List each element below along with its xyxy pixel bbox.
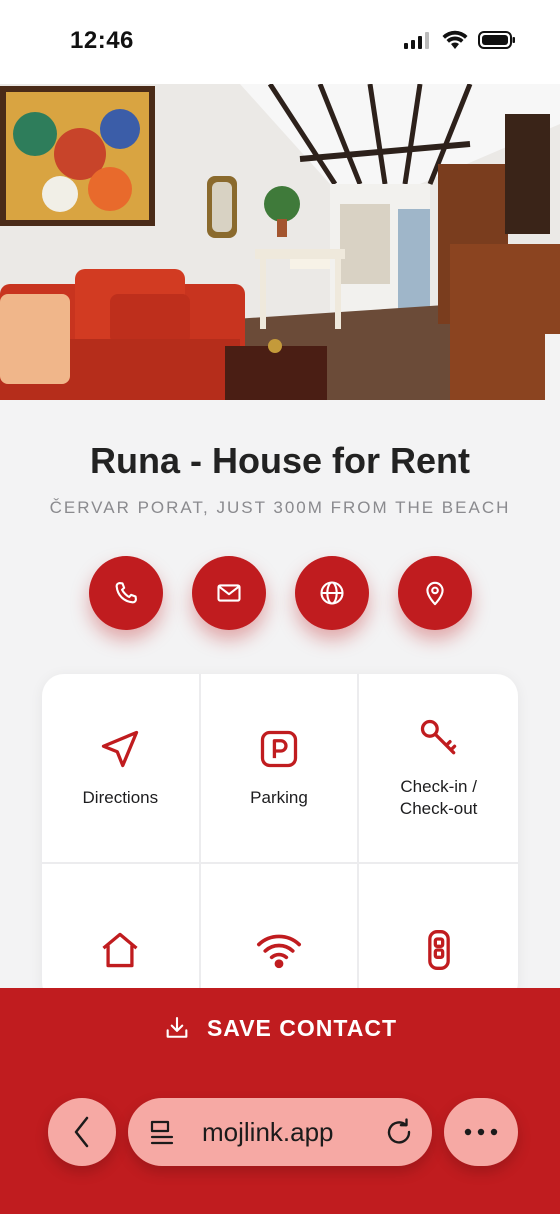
tile-wifi[interactable] [201,864,360,1004]
remote-icon [427,930,450,970]
download-icon [166,1017,188,1038]
home-icon [102,932,138,968]
tile-label-directions: Directions [82,787,159,807]
parking-icon [260,730,298,768]
phone-icon [115,582,137,604]
tile-directions[interactable]: Directions [42,674,201,864]
wifi-status-icon [442,30,468,49]
wifi-icon [256,934,301,969]
tile-home[interactable] [42,864,201,1004]
signal-icon [404,32,429,49]
page-menu-icon[interactable] [148,1118,176,1146]
location-button[interactable] [398,556,472,630]
save-contact-button[interactable]: SAVE CONTACT [0,1014,560,1042]
tile-remote[interactable] [359,864,518,1004]
call-button[interactable] [89,556,163,630]
chevron-left-icon [74,1116,89,1148]
reload-icon[interactable] [384,1117,414,1147]
navigation-arrow-icon [102,730,139,768]
ellipsis-icon [464,1128,498,1136]
more-options-button[interactable] [444,1098,518,1166]
website-button[interactable] [295,556,369,630]
listing-title: Runa - House for Rent [89,440,470,481]
browser-bar: mojlink.app [48,1098,518,1166]
url-text: mojlink.app [202,1117,334,1147]
listing-subtitle: ČERVAR PORAT, JUST 300M FROM THE BEACH [49,498,511,517]
contact-actions [89,556,472,630]
key-icon [420,719,456,755]
back-button[interactable] [48,1098,116,1166]
hero-image [0,84,560,400]
location-pin-icon [426,581,444,606]
status-icons [404,30,516,50]
feature-grid: Directions Parking Check-in / Check-out [42,674,518,1004]
email-button[interactable] [192,556,266,630]
url-bar[interactable]: mojlink.app [128,1098,432,1166]
mail-icon [217,584,241,602]
status-bar: 12:46 [0,0,560,84]
tile-parking[interactable]: Parking [200,674,360,864]
tile-label-parking: Parking [250,787,308,807]
save-contact-label: SAVE CONTACT [206,1014,398,1041]
tile-label-check-in-out: Check-in / Check-out [399,776,478,818]
status-time: 12:46 [70,27,134,54]
battery-icon [478,31,515,49]
tile-check-in-out[interactable]: Check-in / Check-out [359,674,518,864]
globe-icon [320,581,344,605]
